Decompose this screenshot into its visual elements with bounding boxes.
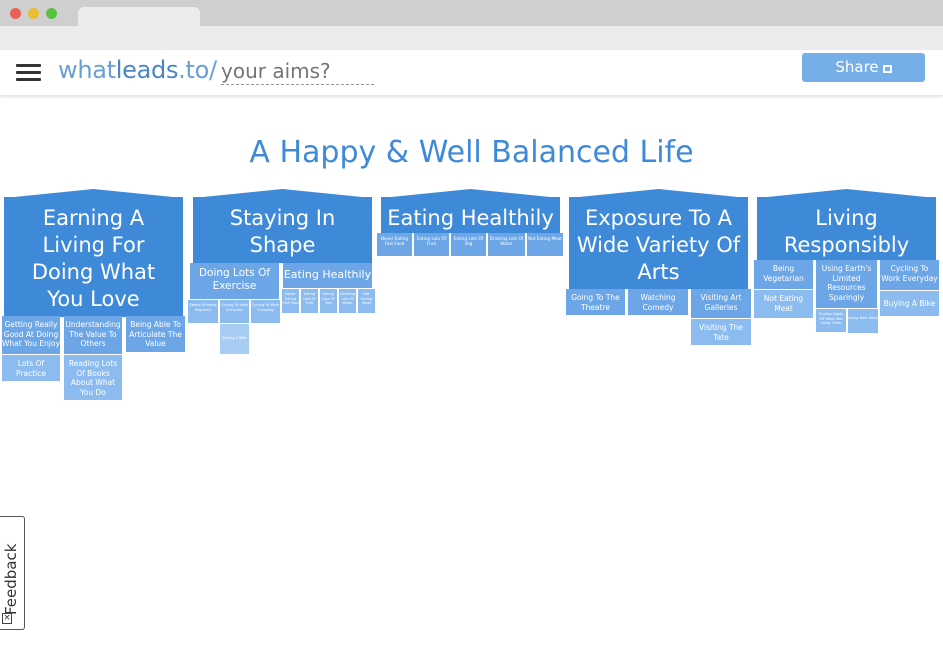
- brand-part-leads: leads: [115, 56, 179, 84]
- unlock-icon: [882, 65, 892, 73]
- roof-shape: [381, 189, 560, 198]
- sub-aim[interactable]: Turning Lights Off When Not Using Them: [816, 309, 846, 332]
- sub-aim[interactable]: Drinking Lots Of Water: [339, 289, 356, 313]
- sub-aim[interactable]: Lots Of Practice: [2, 355, 60, 381]
- sub-aim[interactable]: Buying A Bike: [220, 324, 249, 354]
- sub-aim[interactable]: Reading Lots Of Books About What You Do: [64, 355, 122, 400]
- sub-aim[interactable]: Visiting Art Galleries: [691, 289, 751, 318]
- aim-label: Earning A Living For Doing What You Love: [31, 206, 156, 311]
- sub-aim[interactable]: Visiting The Tate: [691, 319, 751, 345]
- sub-aim[interactable]: Not Eating Meat: [527, 233, 563, 256]
- share-button[interactable]: Share: [802, 53, 925, 82]
- feedback-tab[interactable]: Feedback ×: [0, 516, 25, 630]
- brand-part-what: what: [58, 56, 116, 84]
- aim-card-eating-healthily[interactable]: Eating Healthily: [381, 189, 560, 233]
- roof-shape: [569, 189, 748, 198]
- aims-input[interactable]: [221, 57, 374, 85]
- sub-aim[interactable]: Cycling To Work Everyday: [251, 300, 280, 323]
- sub-aim[interactable]: Eating Lots Of Fruit: [414, 233, 449, 256]
- browser-chrome: [0, 0, 943, 50]
- sub-aim[interactable]: Eating Lots Of Veg: [320, 289, 337, 313]
- share-label: Share: [835, 58, 879, 76]
- sub-aim[interactable]: Cycling To Work Everyday: [880, 260, 939, 290]
- feedback-label: Feedback: [2, 543, 20, 615]
- sub-aim[interactable]: Never Eating Fast Food: [282, 289, 299, 313]
- toolbar-strip: [0, 26, 943, 50]
- roof-shape: [4, 189, 183, 198]
- aim-label: Staying In Shape: [229, 206, 336, 257]
- aim-label: Exposure To A Wide Variety Of Arts: [576, 206, 741, 284]
- sub-aim[interactable]: Using Earth's Limited Resources Sparingl…: [816, 260, 877, 308]
- aim-card-living-responsibly[interactable]: Living Responsibly: [757, 189, 936, 260]
- minimize-window-icon[interactable]: [28, 8, 39, 19]
- aim-label: Living Responsibly: [783, 206, 910, 257]
- sub-aim[interactable]: Eating Drinking Regularly: [188, 300, 218, 323]
- page-title: A Happy & Well Balanced Life: [249, 135, 694, 170]
- brand-logo[interactable]: whatleads.to/: [58, 56, 217, 84]
- sub-aim[interactable]: Doing Lots Of Exercise: [190, 263, 279, 299]
- sub-aim[interactable]: Not Eating Meat: [754, 290, 813, 318]
- sub-aim[interactable]: Cycling To Work Everyday: [220, 300, 249, 323]
- close-icon[interactable]: ×: [2, 613, 12, 624]
- sub-aim[interactable]: Eating Healthily: [283, 263, 372, 288]
- aim-card-staying-in-shape[interactable]: Staying In Shape: [193, 189, 372, 263]
- brand-part-to: .to/: [178, 56, 217, 84]
- sub-aim[interactable]: Buying A Bike: [880, 291, 939, 316]
- roof-shape: [757, 189, 936, 198]
- sub-aim[interactable]: Eating Lots Of Fruit: [301, 289, 318, 313]
- menu-icon[interactable]: [16, 64, 41, 82]
- sub-aim[interactable]: Going To The Theatre: [566, 289, 625, 315]
- sub-aim[interactable]: Not Eating Meat: [358, 289, 375, 313]
- sub-aim[interactable]: Never Eating Fast Food: [377, 233, 412, 256]
- roof-shape: [193, 189, 372, 198]
- app-header: whatleads.to/ Share: [0, 50, 943, 95]
- sub-aim[interactable]: Getting Really Good At Doing What You En…: [2, 316, 60, 354]
- sub-aim[interactable]: Living Near Work: [848, 309, 878, 333]
- browser-tab[interactable]: [78, 7, 200, 28]
- aim-card-earning-living[interactable]: Earning A Living For Doing What You Love: [4, 189, 183, 317]
- maximize-window-icon[interactable]: [46, 8, 57, 19]
- sub-aim[interactable]: Watching Comedy: [628, 289, 688, 315]
- sub-aim[interactable]: Being Vegetarian: [754, 260, 813, 289]
- aim-card-exposure-to-arts[interactable]: Exposure To A Wide Variety Of Arts: [569, 189, 748, 289]
- sub-aim[interactable]: Understanding The Value To Others: [64, 316, 122, 354]
- sub-aim[interactable]: Drinking Lots Of Water: [488, 233, 525, 256]
- close-window-icon[interactable]: [10, 8, 21, 19]
- sub-aim[interactable]: Eating Lots Of Veg: [451, 233, 486, 256]
- sub-aim[interactable]: Being Able To Articulate The Value: [126, 316, 185, 352]
- aim-label: Eating Healthily: [387, 206, 554, 230]
